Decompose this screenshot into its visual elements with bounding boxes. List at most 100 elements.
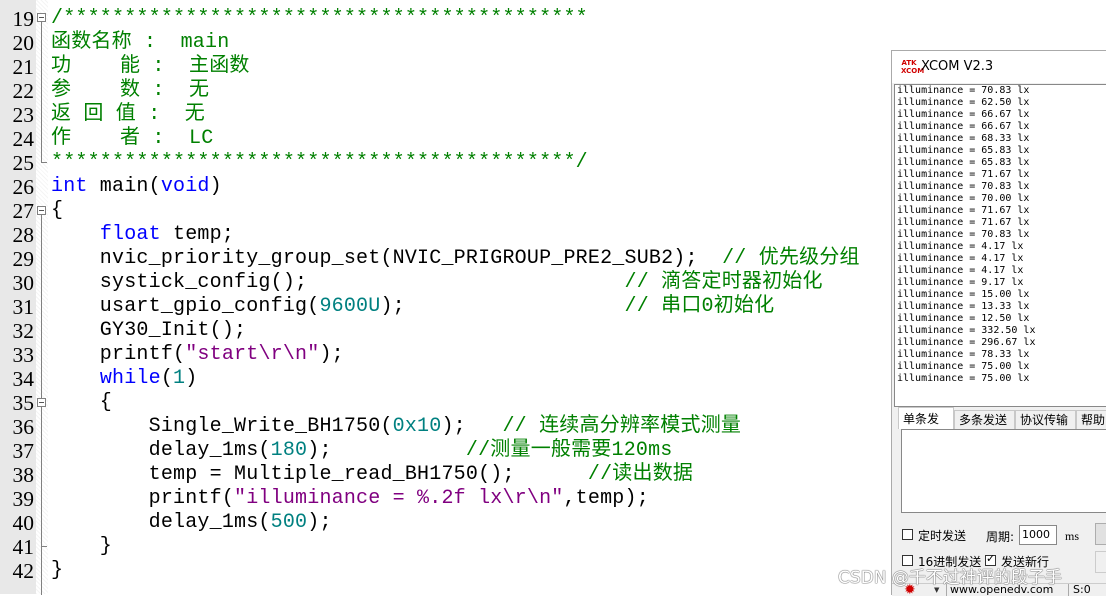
code-number: 0x10 [392,415,442,438]
received-line: illuminance = 4.17 lx [897,265,1024,276]
code-line[interactable]: 19 /*************************************… [0,7,900,31]
received-line: illuminance = 70.83 lx [897,181,1030,192]
code-comment: /***************************************… [51,7,588,30]
code-text: 返 回 值 : 无 [51,103,205,127]
code-line[interactable]: 20 函数名称 : main [0,31,900,55]
code-line[interactable]: 36 Single_Write_BH1750(0x10); // 连续高分辨率模… [0,415,900,439]
code-token: ,temp); [563,487,649,510]
send-input[interactable] [901,429,1106,513]
code-text: nvic_priority_group_set(NVIC_PRIGROUP_PR… [51,247,860,271]
line-number: 28 [12,223,35,247]
code-line[interactable]: 28 float temp; [0,223,900,247]
line-number: 26 [12,175,35,199]
clear-send-button[interactable] [1095,551,1106,573]
code-token: { [51,391,113,414]
line-number: 38 [12,463,35,487]
received-line: illuminance = 71.67 lx [897,169,1030,180]
code-text: float temp; [51,223,234,247]
received-line: illuminance = 71.67 lx [897,205,1030,216]
code-text: 作 者 : LC [51,127,213,151]
code-token: ) [185,367,198,390]
fold-toggle-icon[interactable] [37,13,46,22]
line-number: 24 [12,127,35,151]
line-number: 22 [12,79,35,103]
code-line[interactable]: 41 } [0,535,900,559]
line-number: 31 [12,295,35,319]
code-line[interactable]: 25 **************************************… [0,151,900,175]
code-text: delay_1ms(180); //测量一般需要120ms [51,439,673,463]
line-number: 33 [12,343,35,367]
received-line: illuminance = 12.50 lx [897,313,1030,324]
received-line: illuminance = 70.83 lx [897,85,1030,96]
code-text: usart_gpio_config(9600U); // 串口0初始化 [51,295,774,319]
code-text: ****************************************… [51,151,588,175]
code-line[interactable]: 22 参 数 : 无 [0,79,900,103]
fold-guide [41,22,42,162]
tab-single-send[interactable]: 单条发送 [898,407,954,448]
code-line[interactable]: 24 作 者 : LC [0,127,900,151]
fold-toggle-icon[interactable] [37,206,46,215]
code-line[interactable]: 31 usart_gpio_config(9600U); // 串口0初始化 [0,295,900,319]
code-comment: 返 回 值 : 无 [51,103,206,126]
received-line: illuminance = 65.83 lx [897,145,1030,156]
code-line[interactable]: 37 delay_1ms(180); //测量一般需要120ms [0,439,900,463]
xcom-window: ATK XCOM XCOM V2.3 illuminance = 70.83 l… [891,50,1106,597]
code-line[interactable]: 34 while(1) [0,367,900,391]
line-number: 35 [12,391,35,415]
code-line[interactable]: 35 { [0,391,900,415]
receive-area[interactable]: illuminance = 70.83 lx illuminance = 62.5… [894,84,1106,407]
fold-toggle-icon[interactable] [37,398,46,407]
send-button[interactable] [1095,523,1106,545]
received-line: illuminance = 4.17 lx [897,241,1024,252]
xcom-title: XCOM V2.3 [921,59,994,74]
received-line: illuminance = 68.33 lx [897,133,1030,144]
line-number: 36 [12,415,35,439]
code-line[interactable]: 23 返 回 值 : 无 [0,103,900,127]
line-number: 39 [12,487,35,511]
code-line[interactable]: 32 GY30_Init(); [0,319,900,343]
line-number: 32 [12,319,35,343]
code-text: } [51,535,112,559]
period-label: 周期: [986,530,1015,544]
code-token: ); [319,343,344,366]
tab-protocol[interactable]: 协议传输 [1015,410,1076,429]
code-line[interactable]: 29 nvic_priority_group_set(NVIC_PRIGROUP… [0,247,900,271]
tab-multi-send[interactable]: 多条发送 [954,410,1015,429]
line-number: 20 [12,31,35,55]
line-number: 29 [12,247,35,271]
line-number: 40 [12,511,35,535]
period-input[interactable]: 1000 [1019,525,1057,545]
csdn-watermark: CSDN @千不过神评的段子手 [838,568,1062,588]
code-token: ) [209,175,222,198]
received-line: illuminance = 70.00 lx [897,193,1030,204]
code-line[interactable]: 33 printf("start\r\n"); [0,343,900,367]
code-line[interactable]: 21 功 能 : 主函数 [0,55,900,79]
code-text: int main(void) [51,175,222,199]
timed-send-checkbox[interactable] [902,529,913,540]
code-comment: //读出数据 [587,463,694,486]
code-token: printf( [51,487,235,510]
received-line: illuminance = 9.17 lx [897,277,1024,288]
line-number: 34 [12,367,35,391]
code-line[interactable]: 30 systick_config(); // 滴答定时器初始化 [0,271,900,295]
xcom-title-bar[interactable]: ATK XCOM XCOM V2.3 [892,51,1106,83]
code-line[interactable]: 39 printf("illuminance = %.2f lx\r\n",te… [0,487,900,511]
code-line[interactable]: 42} [0,559,900,583]
code-token: ( [160,367,174,390]
code-number: 9600U [319,295,381,318]
tab-help[interactable]: 帮助 [1076,410,1106,429]
received-line: illuminance = 66.67 lx [897,109,1030,120]
code-text: 函数名称 : main [51,31,229,55]
code-line[interactable]: 38 temp = Multiple_read_BH1750(); //读出数据 [0,463,900,487]
code-line[interactable]: 26 int main(void) [0,175,900,199]
line-number: 23 [12,103,35,127]
code-text: { [51,391,112,415]
code-line[interactable]: 40 delay_1ms(500); [0,511,900,535]
logo-bottom-text: XCOM [901,67,925,75]
code-token: printf( [51,343,186,366]
received-line: illuminance = 13.33 lx [897,301,1030,312]
code-text: while(1) [51,367,197,391]
logo-top-text: ATK [901,59,917,67]
code-line[interactable]: 27 { [0,199,900,223]
